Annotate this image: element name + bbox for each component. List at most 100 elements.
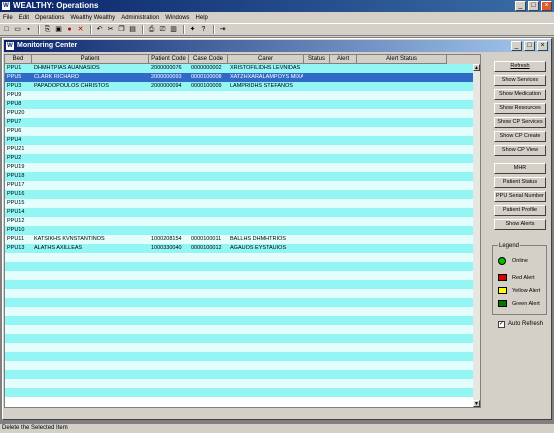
- table-cell: PPU17: [7, 182, 25, 188]
- child-close-button[interactable]: ×: [537, 41, 548, 51]
- new-icon[interactable]: □: [2, 25, 11, 34]
- table-row[interactable]: [5, 307, 474, 316]
- table-row[interactable]: PPU11 KATSIKHS KVNSTANTINOS 1000208154 0000…: [5, 235, 474, 244]
- delete-icon[interactable]: ✕: [76, 25, 85, 34]
- table-row[interactable]: [5, 280, 474, 289]
- table-row[interactable]: PPU7: [5, 118, 474, 127]
- column-header[interactable]: Case Code: [189, 55, 228, 64]
- table-row[interactable]: [5, 253, 474, 262]
- table-row[interactable]: PPU20: [5, 109, 474, 118]
- menu-wealthy[interactable]: Wealthy Wealthy: [67, 13, 118, 23]
- monitoring-center-window: W Monitoring Center _ □ × Bed Patient Pati…: [2, 38, 552, 420]
- monitoring-grid[interactable]: Bed Patient Patient Code Case Code Carer Stat…: [4, 54, 481, 408]
- exit-icon[interactable]: ⎘: [43, 25, 52, 34]
- maximize-button[interactable]: □: [528, 1, 539, 11]
- print-preview-icon[interactable]: ⎚: [158, 25, 167, 34]
- help-icon[interactable]: ?: [199, 25, 208, 34]
- table-row[interactable]: [5, 325, 474, 334]
- column-header[interactable]: Carer: [228, 55, 304, 64]
- child-minimize-button[interactable]: _: [511, 41, 522, 51]
- door-icon[interactable]: ⇥: [218, 25, 227, 34]
- table-row[interactable]: [5, 271, 474, 280]
- column-header[interactable]: Bed: [5, 55, 32, 64]
- table-row[interactable]: PPU19: [5, 163, 474, 172]
- tools-icon[interactable]: ✦: [188, 25, 197, 34]
- scroll-down-icon[interactable]: ▼: [473, 400, 480, 407]
- table-row[interactable]: [5, 289, 474, 298]
- table-row[interactable]: PPU21: [5, 145, 474, 154]
- show-services-button[interactable]: Show Services: [494, 75, 546, 86]
- menu-windows[interactable]: Windows: [162, 13, 192, 23]
- record-icon[interactable]: ●: [65, 25, 74, 34]
- column-header[interactable]: Patient: [32, 55, 149, 64]
- cut-icon[interactable]: ✂: [106, 25, 115, 34]
- patient-profile-button[interactable]: Patient Profile: [494, 205, 546, 216]
- menu-operations[interactable]: Operations: [32, 13, 67, 23]
- menu-file[interactable]: File: [0, 13, 16, 23]
- table-row[interactable]: [5, 316, 474, 325]
- table-row[interactable]: PPU9: [5, 91, 474, 100]
- show-medication-button[interactable]: Show Medication: [494, 89, 546, 100]
- menu-edit[interactable]: Edit: [16, 13, 32, 23]
- show-alerts-button[interactable]: Show Alerts: [494, 219, 546, 230]
- table-row[interactable]: PPU17: [5, 181, 474, 190]
- table-row[interactable]: PPU13 ALATHS AXILLEAS 1000330040 0000100012…: [5, 244, 474, 253]
- table-row[interactable]: [5, 298, 474, 307]
- scroll-up-icon[interactable]: ▲: [473, 64, 480, 71]
- table-row[interactable]: [5, 343, 474, 352]
- table-row[interactable]: PPU14: [5, 208, 474, 217]
- print-setup-icon[interactable]: ▥: [169, 25, 178, 34]
- minimize-button[interactable]: _: [515, 1, 526, 11]
- mhr-button[interactable]: MHR: [494, 163, 546, 174]
- table-cell: 0000100008: [191, 74, 222, 80]
- table-row[interactable]: PPU10: [5, 226, 474, 235]
- table-row[interactable]: PPU5 CLARK RICHARD 2000000093 0000100008 XAT…: [5, 73, 474, 82]
- table-row[interactable]: PPU1 DHMHTPIAS AUANASIOS 2000000076 0000000…: [5, 64, 474, 73]
- table-row[interactable]: [5, 334, 474, 343]
- table-row[interactable]: [5, 361, 474, 370]
- table-row[interactable]: [5, 379, 474, 388]
- table-cell: DHMHTPIAS AUANASIOS: [34, 65, 100, 71]
- copy-icon[interactable]: ❐: [117, 25, 126, 34]
- table-row[interactable]: PPU12: [5, 217, 474, 226]
- paste-icon[interactable]: ▤: [128, 25, 137, 34]
- show-resources-button[interactable]: Show Resources: [494, 103, 546, 114]
- column-header[interactable]: Alert Status: [357, 55, 447, 64]
- table-cell: PPU4: [7, 137, 22, 143]
- close-button[interactable]: ×: [541, 1, 552, 11]
- table-row[interactable]: PPU2: [5, 154, 474, 163]
- save-alt-icon[interactable]: ▣: [54, 25, 63, 34]
- table-row[interactable]: PPU8: [5, 100, 474, 109]
- patient-status-button[interactable]: Patient Status: [494, 177, 546, 188]
- show-cp-view-button[interactable]: Show CP View: [494, 145, 546, 156]
- column-header[interactable]: Alert: [330, 55, 357, 64]
- print-icon[interactable]: ⎙: [147, 25, 156, 34]
- table-row[interactable]: [5, 262, 474, 271]
- column-header[interactable]: Status: [304, 55, 330, 64]
- child-maximize-button[interactable]: □: [524, 41, 535, 51]
- table-row[interactable]: PPU16: [5, 190, 474, 199]
- table-row[interactable]: PPU18: [5, 172, 474, 181]
- save-icon[interactable]: ▪: [24, 25, 33, 34]
- show-cp-create-button[interactable]: Show CP Create: [494, 131, 546, 142]
- table-row[interactable]: [5, 352, 474, 361]
- table-row[interactable]: PPU15: [5, 199, 474, 208]
- table-row[interactable]: [5, 370, 474, 379]
- auto-refresh-checkbox[interactable]: ✓: [498, 321, 505, 328]
- table-cell: PPU21: [7, 146, 25, 152]
- table-row[interactable]: PPU6: [5, 127, 474, 136]
- menu-help[interactable]: Help: [193, 13, 211, 23]
- undo-icon[interactable]: ↶: [95, 25, 104, 34]
- table-row[interactable]: [5, 388, 474, 397]
- refresh-button[interactable]: Refresh: [494, 61, 546, 72]
- menu-administration[interactable]: Administration: [118, 13, 162, 23]
- table-row[interactable]: PPU4: [5, 136, 474, 145]
- table-row[interactable]: PPU3 PAPADOPOULOS CHRISTOS 2000000094 00001…: [5, 82, 474, 91]
- show-cp-services-button[interactable]: Show CP Services: [494, 117, 546, 128]
- table-cell: KATSIKHS KVNSTANTINOS: [34, 236, 105, 242]
- toolbar-separator: [142, 25, 144, 34]
- column-header[interactable]: Patient Code: [149, 55, 189, 64]
- open-icon[interactable]: ▭: [13, 25, 22, 34]
- ppu-serial-number-button[interactable]: PPU Serial Number: [494, 191, 546, 202]
- vertical-scrollbar[interactable]: ▲ ▼: [473, 64, 480, 407]
